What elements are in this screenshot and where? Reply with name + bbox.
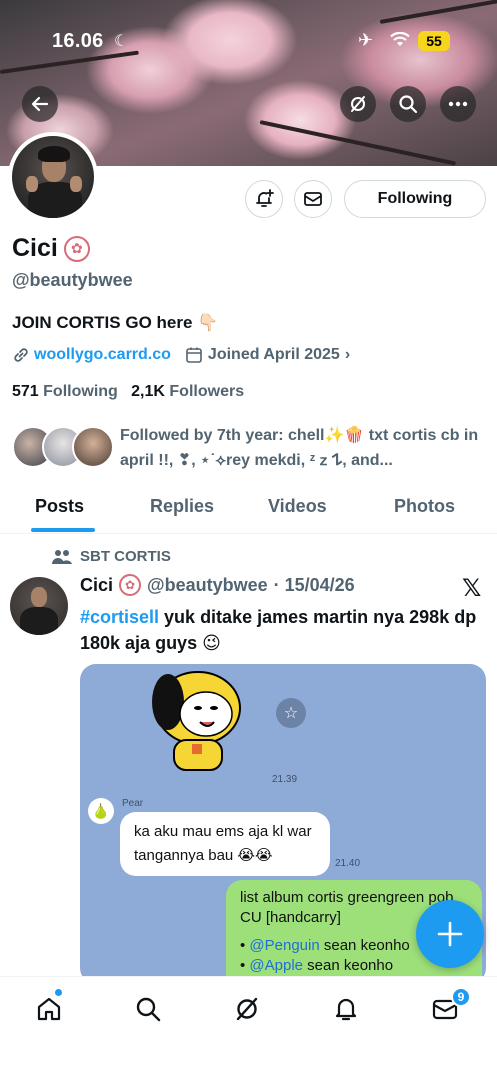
profile-name: Cici (12, 234, 58, 262)
post-author-avatar[interactable] (10, 577, 68, 635)
tab-posts[interactable]: Posts (35, 496, 84, 517)
banner-branch (259, 120, 457, 166)
grok-icon (351, 96, 365, 112)
more-dots-icon (448, 101, 468, 107)
followers-count: 2,1K (131, 383, 165, 400)
search-icon (136, 997, 161, 1022)
post-header: Cici ✿ @beautybwee · 15/04/26 (80, 574, 355, 596)
repost-context[interactable]: SBT CORTIS (52, 548, 171, 565)
joined-date-row[interactable]: Joined April 2025 › (185, 346, 350, 364)
bell-plus-icon (256, 189, 274, 207)
grok-icon (236, 997, 258, 1021)
back-button[interactable] (22, 86, 58, 122)
home-icon (37, 997, 61, 1021)
plus-icon (437, 921, 463, 947)
profile-name-row: Cici ✿ (12, 234, 90, 263)
profile-meta: woollygo.carrd.co Joined April 2025 › (12, 346, 350, 364)
avatar-hand-shape (70, 176, 82, 192)
moon-icon: ☾ (114, 33, 129, 50)
tab-videos[interactable]: Videos (268, 496, 327, 517)
profile-link[interactable]: woollygo.carrd.co (34, 346, 171, 364)
chat-timestamp: 21.39 (272, 774, 298, 785)
followed-by-text[interactable]: Followed by 7th year: chell✨🍿 txt cortis… (120, 423, 480, 473)
wifi-icon (390, 32, 410, 46)
post-text: #cortisell yuk ditake james martin nya 2… (80, 604, 485, 656)
message-button[interactable] (294, 180, 332, 218)
active-tab-indicator (31, 528, 95, 532)
banner-branch (0, 50, 139, 74)
tab-photos[interactable]: Photos (394, 496, 455, 517)
chimmy-sticker (152, 671, 241, 771)
search-icon (399, 95, 418, 114)
post-author-handle[interactable]: @beautybwee (147, 575, 268, 596)
notify-button[interactable] (245, 180, 283, 218)
x-logo-icon: 𝕏 (462, 575, 482, 602)
bell-icon (335, 998, 357, 1021)
status-time: 16.06 (52, 30, 104, 52)
nav-notifications[interactable] (330, 993, 362, 1025)
more-button[interactable] (440, 86, 476, 122)
messages-badge: 9 (451, 987, 471, 1007)
post-author-name[interactable]: Cici (80, 575, 113, 596)
avatar-hand-shape (26, 176, 38, 192)
post-date: · 15/04/26 (273, 574, 355, 595)
following-label: Following (43, 383, 118, 400)
avatar-body-shape (20, 607, 58, 635)
tab-replies[interactable]: Replies (150, 496, 214, 517)
seal-badge-icon: ✿ (63, 235, 90, 262)
follow-counts: 571 Following 2,1K Followers (12, 383, 244, 401)
following-count: 571 (12, 383, 39, 400)
chevron-right-icon: › (344, 346, 351, 363)
profile-tabs: Posts Replies Videos Photos (0, 484, 497, 534)
grok-button[interactable] (340, 86, 376, 122)
envelope-icon (304, 192, 322, 206)
followers-label: Followers (169, 383, 245, 400)
compose-button[interactable] (416, 900, 484, 968)
status-bar: 16.06 ☾ ✈ 55 (0, 28, 497, 54)
avatar-face-shape (31, 587, 47, 607)
calendar-icon (186, 347, 202, 363)
nav-home[interactable] (33, 993, 65, 1025)
home-notification-dot (55, 989, 62, 996)
joined-date: Joined April 2025 (207, 346, 340, 363)
profile-avatar[interactable] (8, 132, 98, 222)
seal-badge-icon: ✿ (119, 574, 142, 596)
chat-timestamp: 21.40 (335, 858, 361, 869)
bottom-navigation: 9 (0, 976, 497, 1080)
profile-bio: JOIN CORTIS GO here 👇🏻 (12, 313, 219, 332)
avatar-hair-shape (38, 146, 70, 162)
chat-mention: @Penguin (249, 937, 320, 954)
following-stat[interactable]: 571 Following (12, 383, 118, 400)
chat-sender-name: Pear (122, 798, 144, 809)
arrow-left-icon (31, 96, 49, 112)
airplane-icon: ✈ (358, 30, 374, 50)
star-icon: ☆ (276, 698, 306, 728)
chat-mention-rest: sean keonho (303, 957, 394, 974)
post-hashtag[interactable]: #cortisell (80, 607, 159, 627)
chat-mention: @Apple (249, 957, 304, 974)
following-button[interactable]: Following (344, 180, 486, 218)
pear-avatar-icon: 🍐 (88, 798, 114, 824)
incoming-message: ka aku mau ems aja kl war tangannya bau … (120, 812, 330, 876)
search-button[interactable] (390, 86, 426, 122)
mutual-avatar (72, 426, 114, 468)
link-icon (14, 348, 28, 362)
community-icon (52, 549, 72, 564)
repost-label: SBT CORTIS (80, 548, 171, 565)
profile-handle: @beautybwee (12, 270, 133, 290)
nav-grok[interactable] (231, 993, 263, 1025)
nav-explore[interactable] (132, 993, 164, 1025)
battery-indicator: 55 (418, 31, 450, 51)
followers-stat[interactable]: 2,1K Followers (131, 383, 244, 400)
chat-mention-rest: sean keonho (319, 937, 410, 954)
banner-branch (379, 0, 497, 24)
